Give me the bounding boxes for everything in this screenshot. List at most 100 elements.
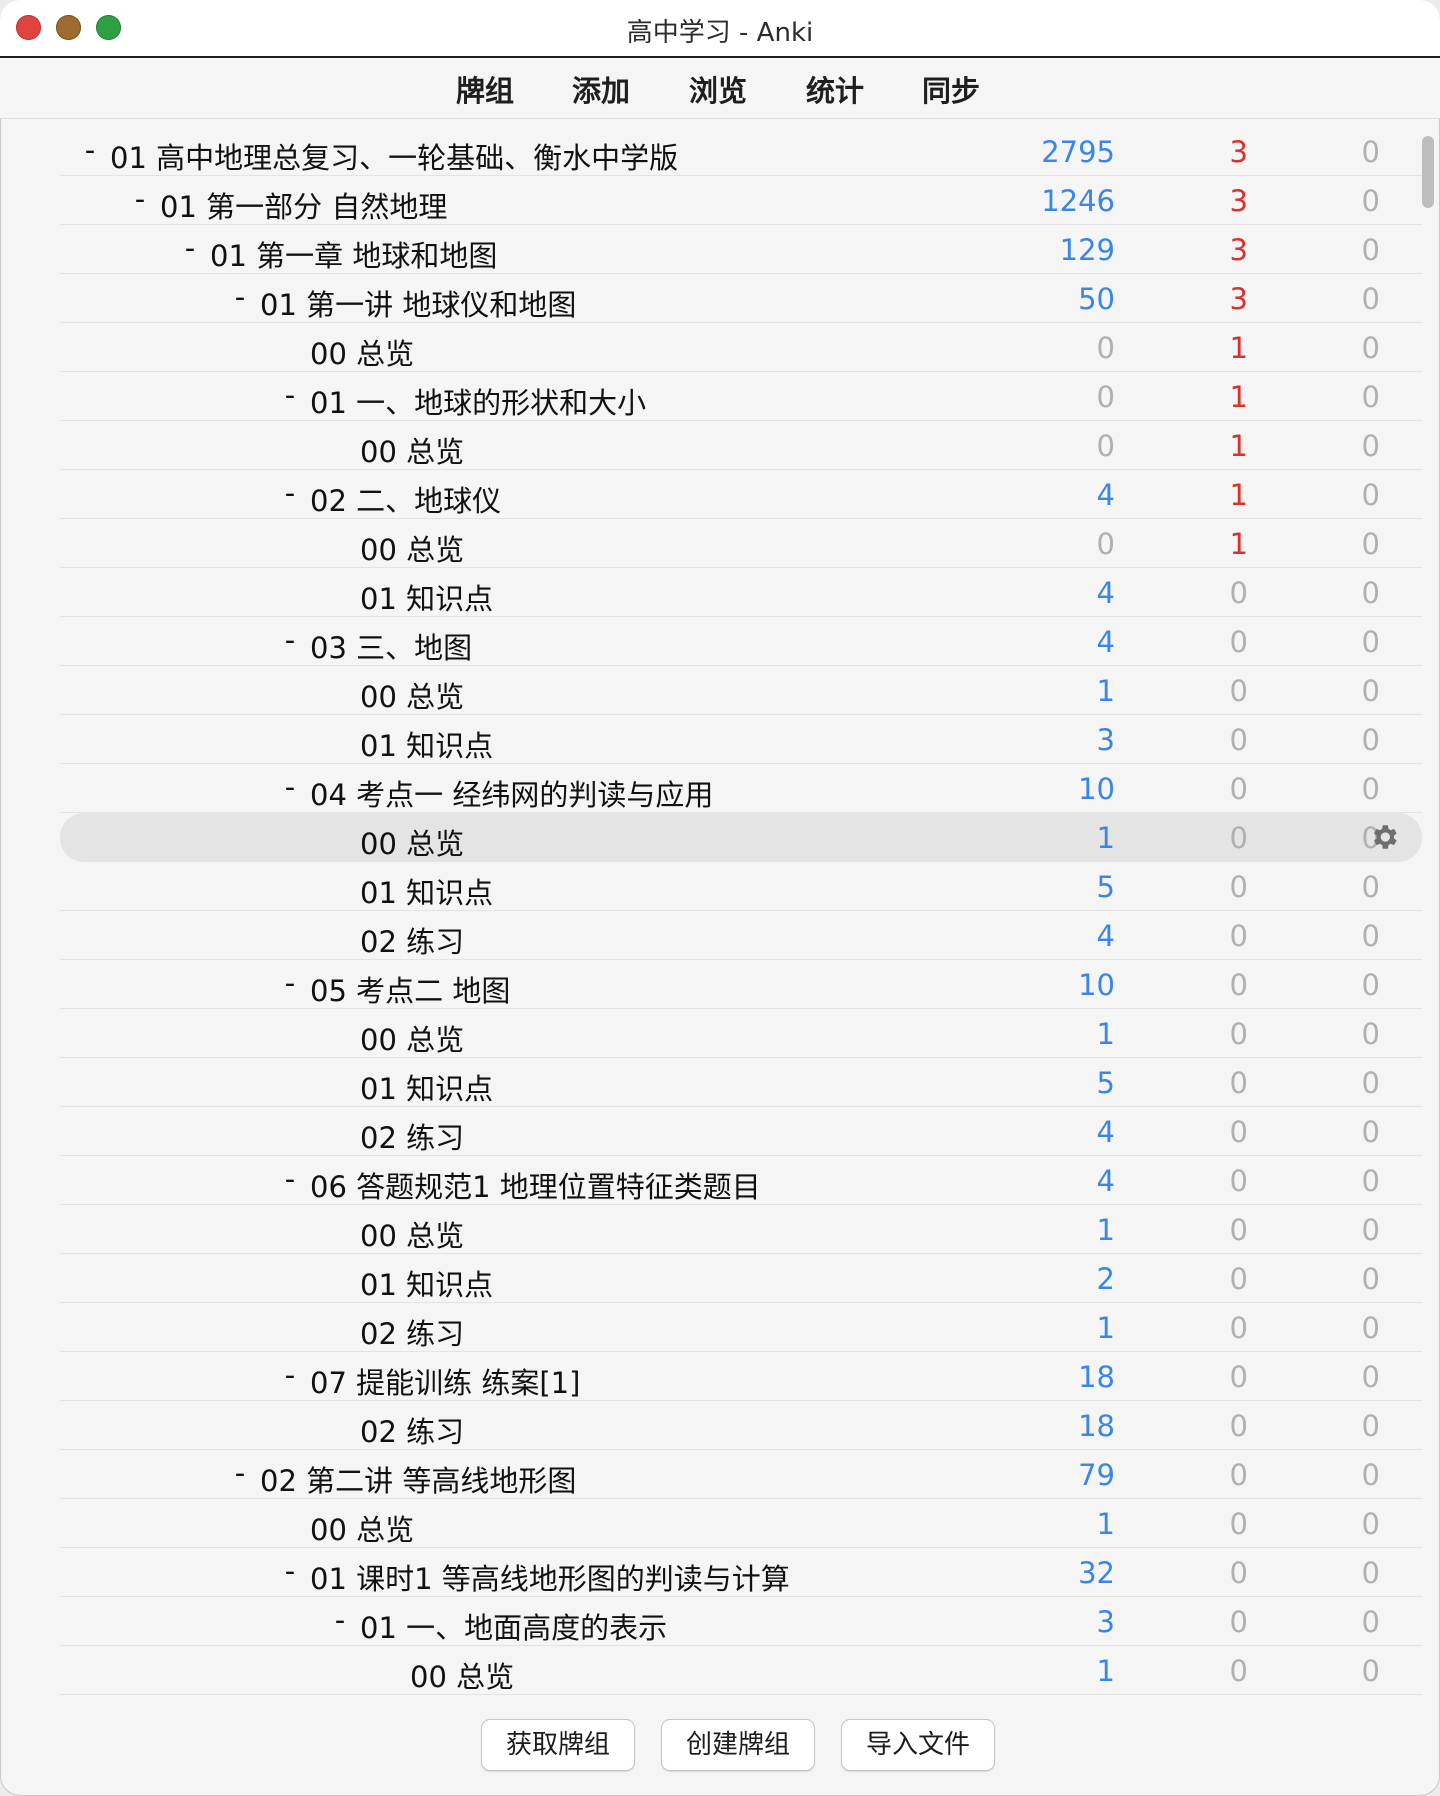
deck-row[interactable]: -06 答题规范1 地理位置特征类题目 4 0 0: [60, 1156, 1422, 1205]
deck-row[interactable]: 00 总览 0 1 0: [60, 323, 1422, 372]
collapse-toggle[interactable]: -: [330, 1603, 350, 1637]
collapse-toggle[interactable]: -: [280, 1358, 300, 1392]
deck-name-link[interactable]: 07 提能训练 练案[1]: [310, 1360, 580, 1402]
deck-name-link[interactable]: 00 总览: [360, 674, 464, 716]
new-count: 0: [1096, 527, 1115, 561]
deck-row[interactable]: 02 练习 1 0 0: [60, 1303, 1422, 1352]
create-deck-button[interactable]: 创建牌组: [661, 1719, 815, 1771]
toolbar-decks-link[interactable]: 牌组: [456, 68, 514, 110]
due-count: 0: [1361, 1164, 1380, 1198]
collapse-toggle[interactable]: -: [280, 476, 300, 510]
vertical-scrollbar[interactable]: [1422, 136, 1434, 208]
deck-row[interactable]: 01 知识点 4 0 0: [60, 568, 1422, 617]
learn-count: 0: [1229, 821, 1248, 855]
deck-row[interactable]: -01 一、地面高度的表示 3 0 0: [60, 1597, 1422, 1646]
deck-name-link[interactable]: 00 总览: [360, 1213, 464, 1255]
deck-row[interactable]: -02 第二讲 等高线地形图 79 0 0: [60, 1450, 1422, 1499]
deck-row[interactable]: 00 总览 1 0 0: [60, 1205, 1422, 1254]
deck-name-link[interactable]: 04 考点一 经纬网的判读与应用: [310, 772, 713, 814]
deck-name-link[interactable]: 01 一、地面高度的表示: [360, 1605, 667, 1647]
deck-name-link[interactable]: 01 第一章 地球和地图: [210, 233, 497, 275]
collapse-toggle[interactable]: -: [280, 1554, 300, 1588]
deck-row[interactable]: 01 知识点 5 0 0: [60, 862, 1422, 911]
deck-name-link[interactable]: 02 练习: [360, 1115, 464, 1157]
deck-name-link[interactable]: 01 第一讲 地球仪和地图: [260, 282, 576, 324]
learn-count: 0: [1229, 1360, 1248, 1394]
deck-name-link[interactable]: 00 总览: [310, 1507, 414, 1549]
toolbar-stats-link[interactable]: 统计: [806, 68, 864, 110]
deck-name-link[interactable]: 02 第二讲 等高线地形图: [260, 1458, 576, 1500]
deck-row[interactable]: 00 总览 0 1 0: [60, 421, 1422, 470]
learn-count: 0: [1229, 1311, 1248, 1345]
deck-row[interactable]: -01 第一章 地球和地图 129 3 0: [60, 225, 1422, 274]
deck-name-link[interactable]: 06 答题规范1 地理位置特征类题目: [310, 1164, 761, 1206]
deck-name-link[interactable]: 05 考点二 地图: [310, 968, 510, 1010]
collapse-toggle[interactable]: -: [280, 378, 300, 412]
deck-row[interactable]: 00 总览 1 0 0: [60, 1009, 1422, 1058]
toolbar-sync-link[interactable]: 同步: [922, 68, 980, 110]
import-file-button[interactable]: 导入文件: [841, 1719, 995, 1771]
collapse-toggle[interactable]: -: [280, 966, 300, 1000]
deck-row[interactable]: 00 总览 1 0 0: [60, 1499, 1422, 1548]
collapse-toggle[interactable]: -: [130, 182, 150, 216]
learn-count: 0: [1229, 674, 1248, 708]
deck-name-link[interactable]: 01 知识点: [360, 870, 493, 912]
deck-row[interactable]: 00 总览 0 1 0: [60, 519, 1422, 568]
deck-row[interactable]: -01 第一部分 自然地理 1246 3 0: [60, 176, 1422, 225]
new-count: 5: [1096, 1066, 1115, 1100]
collapse-toggle[interactable]: -: [280, 770, 300, 804]
deck-row[interactable]: -05 考点二 地图 10 0 0: [60, 960, 1422, 1009]
main-toolbar: 牌组 添加 浏览 统计 同步: [0, 58, 1440, 119]
deck-name-link[interactable]: 02 练习: [360, 919, 464, 961]
deck-row[interactable]: 02 练习 18 0 0: [60, 1401, 1422, 1450]
deck-row[interactable]: 02 练习 4 0 0: [60, 911, 1422, 960]
deck-row[interactable]: -04 考点一 经纬网的判读与应用 10 0 0: [60, 764, 1422, 813]
deck-row[interactable]: 01 知识点 5 0 0: [60, 1058, 1422, 1107]
deck-row[interactable]: 02 练习 4 0 0: [60, 1107, 1422, 1156]
due-count: 0: [1361, 1654, 1380, 1688]
deck-name-link[interactable]: 03 三、地图: [310, 625, 472, 667]
deck-name-link[interactable]: 01 知识点: [360, 1262, 493, 1304]
deck-row[interactable]: -02 二、地球仪 4 1 0: [60, 470, 1422, 519]
deck-name-link[interactable]: 02 练习: [360, 1311, 464, 1353]
gear-icon[interactable]: [1368, 821, 1400, 853]
deck-row[interactable]: 00 总览 1 0 0: [60, 1646, 1422, 1695]
deck-name-link[interactable]: 00 总览: [360, 429, 464, 471]
deck-name-link[interactable]: 00 总览: [360, 821, 464, 863]
deck-name-link[interactable]: 01 知识点: [360, 576, 493, 618]
deck-row[interactable]: 01 知识点 2 0 0: [60, 1254, 1422, 1303]
due-count: 0: [1361, 723, 1380, 757]
deck-row[interactable]: 00 总览 1 0 0: [60, 666, 1422, 715]
deck-name-link[interactable]: 01 课时1 等高线地形图的判读与计算: [310, 1556, 790, 1598]
deck-name-link[interactable]: 02 二、地球仪: [310, 478, 501, 520]
toolbar-add-link[interactable]: 添加: [572, 68, 630, 110]
collapse-toggle[interactable]: -: [80, 133, 100, 167]
learn-count: 0: [1229, 772, 1248, 806]
deck-name-link[interactable]: 01 第一部分 自然地理: [160, 184, 447, 226]
collapse-toggle[interactable]: -: [280, 623, 300, 657]
deck-name-link[interactable]: 01 高中地理总复习、一轮基础、衡水中学版: [110, 135, 678, 177]
deck-name-link[interactable]: 00 总览: [310, 331, 414, 373]
collapse-toggle[interactable]: -: [180, 231, 200, 265]
deck-row[interactable]: -01 课时1 等高线地形图的判读与计算 32 0 0: [60, 1548, 1422, 1597]
deck-row[interactable]: -07 提能训练 练案[1] 18 0 0: [60, 1352, 1422, 1401]
deck-name-link[interactable]: 00 总览: [360, 527, 464, 569]
deck-name-link[interactable]: 01 知识点: [360, 1066, 493, 1108]
deck-name-link[interactable]: 02 练习: [360, 1409, 464, 1451]
deck-row[interactable]: -01 高中地理总复习、一轮基础、衡水中学版 2795 3 0: [60, 127, 1422, 176]
deck-row[interactable]: 01 知识点 3 0 0: [60, 715, 1422, 764]
deck-row[interactable]: -03 三、地图 4 0 0: [60, 617, 1422, 666]
deck-name-link[interactable]: 00 总览: [410, 1654, 514, 1696]
collapse-toggle[interactable]: -: [230, 1456, 250, 1490]
collapse-toggle[interactable]: -: [230, 280, 250, 314]
deck-row[interactable]: 00 总览 1 0 0: [60, 813, 1422, 862]
deck-row[interactable]: -01 第一讲 地球仪和地图 50 3 0: [60, 274, 1422, 323]
deck-name-link[interactable]: 01 一、地球的形状和大小: [310, 380, 646, 422]
toolbar-browse-link[interactable]: 浏览: [689, 68, 747, 110]
collapse-toggle[interactable]: -: [280, 1162, 300, 1196]
learn-count: 3: [1229, 135, 1248, 169]
get-shared-decks-button[interactable]: 获取牌组: [481, 1719, 635, 1771]
deck-row[interactable]: -01 一、地球的形状和大小 0 1 0: [60, 372, 1422, 421]
deck-name-link[interactable]: 00 总览: [360, 1017, 464, 1059]
deck-name-link[interactable]: 01 知识点: [360, 723, 493, 765]
